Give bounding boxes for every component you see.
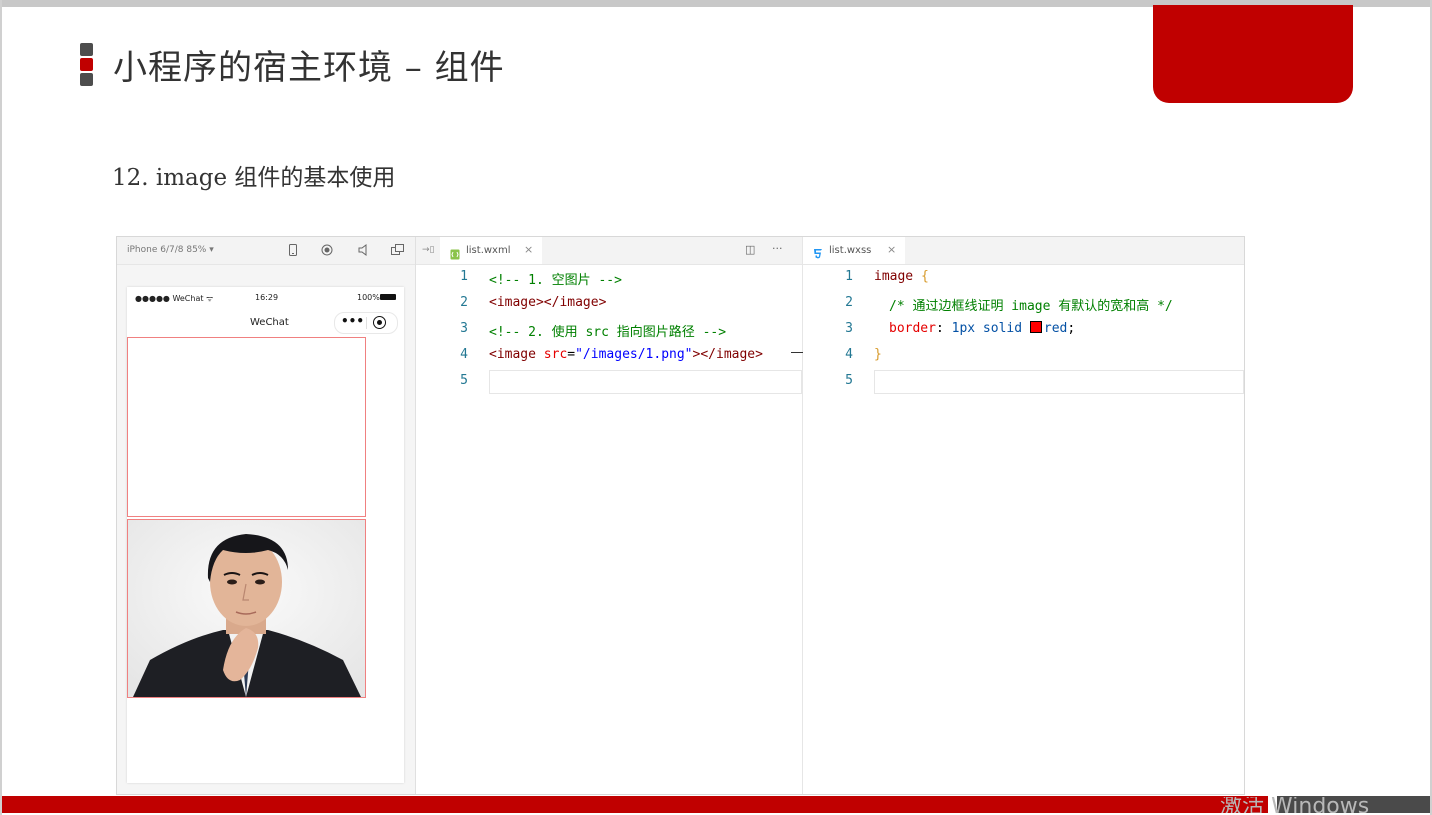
code-line: 4 }	[803, 343, 1244, 369]
devtools-screenshot: iPhone 6/7/8 85% ▾ ●●●●● WeChat ᯤ 16:29 …	[116, 236, 1245, 795]
marker-square-bottom	[80, 73, 93, 86]
status-time: 16:29	[255, 293, 279, 302]
line-number: 1	[460, 269, 468, 284]
brace-token: {	[913, 269, 929, 284]
record-icon[interactable]	[321, 244, 333, 256]
tab-list-wxml[interactable]: list.wxml ×	[440, 237, 542, 264]
device-selector[interactable]: iPhone 6/7/8 85% ▾	[127, 245, 214, 255]
code-line: 4 <image src="/images/1.png"></image>	[416, 343, 802, 369]
tab-label: list.wxss	[829, 245, 872, 256]
tag-token: <image	[489, 347, 544, 362]
wxss-code[interactable]: 1 image { 2 /* 通过边框线证明 image 有默认的宽和高 */ …	[803, 265, 1244, 395]
tab-list-wxss[interactable]: list.wxss ×	[803, 237, 905, 264]
split-editor-icon[interactable]: ◫	[745, 243, 755, 256]
line-number: 3	[845, 321, 853, 336]
wxss-tab-bar: list.wxss ×	[803, 237, 1244, 265]
comment-token: <!-- 2. 使用 src 指向图片路径 -->	[489, 325, 727, 340]
current-line-highlight	[874, 370, 1244, 394]
line-number: 5	[845, 373, 853, 388]
comment-token: <!-- 1. 空图片 -->	[489, 273, 622, 288]
code-line: 1 <!-- 1. 空图片 -->	[416, 265, 802, 291]
phone-screen: ●●●●● WeChat ᯤ 16:29 100% WeChat •••	[127, 287, 404, 783]
marker-square-top	[80, 43, 93, 56]
simulator-toolbar: iPhone 6/7/8 85% ▾	[117, 237, 415, 265]
activation-watermark: 激活 Windows	[1220, 797, 1370, 813]
colon-token: :	[935, 321, 952, 336]
equals-token: =	[567, 347, 576, 362]
color-value-token: red	[1043, 321, 1068, 336]
line-number: 1	[845, 269, 853, 284]
tag-token: </image>	[700, 347, 763, 362]
brace-token: }	[874, 347, 882, 362]
wxss-editor: list.wxss × 1 image { 2 /* 通过边框线证明 image…	[803, 237, 1244, 794]
code-line: 3 border: 1px solid red;	[803, 317, 1244, 343]
editor-divider-marker	[791, 352, 803, 353]
attr-token: src	[543, 347, 568, 362]
wxml-tab-bar: →▯ list.wxml × ◫ ···	[416, 237, 802, 265]
wechat-nav-bar: WeChat •••	[127, 309, 404, 335]
popout-icon[interactable]	[391, 244, 404, 256]
selector-token: image	[874, 269, 914, 284]
window-left-edge	[0, 0, 2, 815]
line-number: 2	[845, 295, 853, 310]
close-tab-icon[interactable]: ×	[524, 243, 533, 256]
marker-square-middle	[80, 58, 93, 71]
tag-token: <image>	[489, 295, 544, 310]
nav-title: WeChat	[250, 317, 289, 328]
line-number: 4	[460, 347, 468, 362]
code-line: 2 <image></image>	[416, 291, 802, 317]
wxml-code[interactable]: 1 <!-- 1. 空图片 --> 2 <image></image> 3 <!…	[416, 265, 802, 395]
empty-image-box	[127, 337, 366, 517]
code-line: 1 image {	[803, 265, 1244, 291]
code-line: 2 /* 通过边框线证明 image 有默认的宽和高 */	[803, 291, 1244, 317]
more-actions-icon[interactable]: ···	[772, 242, 783, 255]
code-line: 5	[416, 369, 802, 395]
line-number: 4	[845, 347, 853, 362]
current-line-highlight	[489, 370, 802, 394]
more-icon[interactable]: •••	[341, 314, 364, 328]
battery-icon	[380, 294, 396, 300]
close-miniprogram-icon[interactable]	[373, 316, 386, 329]
color-swatch[interactable]	[1029, 321, 1042, 333]
portrait-image	[127, 519, 366, 698]
phone-icon[interactable]	[287, 244, 299, 256]
status-carrier: ●●●●● WeChat ᯤ	[135, 294, 214, 303]
tab-label: list.wxml	[466, 245, 511, 256]
simulator-panel: iPhone 6/7/8 85% ▾ ●●●●● WeChat ᯤ 16:29 …	[117, 237, 416, 794]
close-tab-icon[interactable]: ×	[887, 243, 896, 256]
volume-icon[interactable]	[357, 244, 369, 256]
menu-capsule[interactable]: •••	[334, 312, 398, 334]
tag-token: </image>	[543, 295, 607, 310]
wxml-file-icon	[450, 245, 460, 264]
bottom-red-bar	[2, 796, 1268, 813]
section-heading: 12. image 组件的基本使用	[112, 165, 396, 191]
string-token: "/images/1.png"	[575, 347, 693, 362]
title-marker	[80, 43, 93, 88]
css-file-icon	[813, 244, 823, 263]
property-token: border	[889, 321, 936, 336]
value-token: 1px solid	[951, 321, 1030, 336]
capsule-divider	[366, 317, 367, 329]
comment-token: /* 通过边框线证明 image 有默认的宽和高 */	[889, 299, 1173, 314]
code-line: 5	[803, 369, 1244, 395]
wxml-editor: →▯ list.wxml × ◫ ··· 1 <!-- 1. 空图片 --> 2…	[416, 237, 803, 794]
red-corner-tab	[1153, 5, 1353, 103]
collapse-sidebar-icon[interactable]: →▯	[422, 245, 435, 255]
status-battery-text: 100%	[357, 293, 380, 302]
line-number: 3	[460, 321, 468, 336]
code-line: 3 <!-- 2. 使用 src 指向图片路径 -->	[416, 317, 802, 343]
line-number: 2	[460, 295, 468, 310]
phone-status-bar: ●●●●● WeChat ᯤ 16:29 100%	[127, 287, 404, 307]
line-number: 5	[460, 373, 468, 388]
slide-title: 小程序的宿主环境 – 组件	[113, 48, 505, 88]
semicolon-token: ;	[1067, 321, 1076, 336]
